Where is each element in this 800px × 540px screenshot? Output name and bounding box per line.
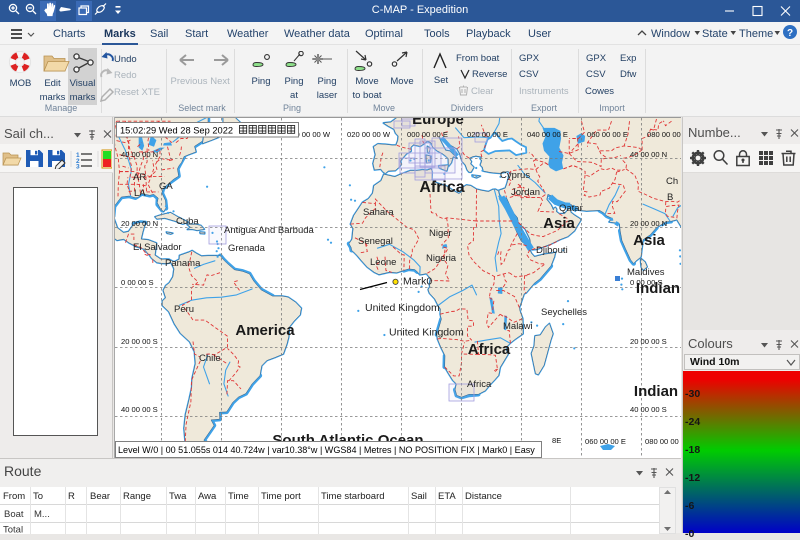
svg-text:060 00 00 E: 060 00 00 E [585,437,626,446]
svg-text:3: 3 [76,164,80,170]
svg-text:20 00 00 N: 20 00 00 N [121,219,158,228]
svg-text:8E: 8E [552,436,561,445]
svg-text:40 00 00 S: 40 00 00 S [121,405,158,414]
svg-text:Chile: Chile [199,353,221,364]
svg-text:Cuba: Cuba [176,216,199,227]
svg-text:40 00 00 N: 40 00 00 N [121,150,158,159]
svg-text:El Salvador: El Salvador [133,242,182,253]
svg-text:AR: AR [133,172,146,183]
svg-text:GA: GA [159,181,173,192]
svg-text:Asia: Asia [633,232,665,249]
svg-text:Indian: Indian [636,280,680,297]
svg-text:Range: Range [123,491,151,502]
svg-text:Malawi: Malawi [503,321,533,332]
svg-text:Europe: Europe [412,118,464,128]
svg-text:Cyprus: Cyprus [500,170,530,181]
svg-text:Jordan: Jordan [511,187,540,198]
svg-text:Boat: Boat [4,509,24,520]
svg-text:Ch: Ch [666,176,678,187]
svg-text:Time starboard: Time starboard [321,491,385,502]
svg-text:20 00 00 N: 20 00 00 N [630,219,667,228]
svg-text:America: America [235,322,295,339]
svg-text:Sail: Sail [411,491,427,502]
svg-text:15:02:29 Wed 28 Sep 2022: 15:02:29 Wed 28 Sep 2022 [120,126,233,136]
svg-text:Twa: Twa [169,491,187,502]
svg-text:Level W/0 | 00 51.055s 014 40.: Level W/0 | 00 51.055s 014 40.724w | var… [118,445,535,455]
svg-text:United Kingdom: United Kingdom [389,327,464,339]
svg-text:Panama: Panama [165,258,201,269]
svg-text:Time port: Time port [261,491,301,502]
svg-text:020 00 00 W: 020 00 00 W [347,130,391,139]
svg-text:LA: LA [134,188,146,199]
svg-text:Bear: Bear [90,491,110,502]
svg-text:060 00 00 E: 060 00 00 E [587,130,628,139]
svg-text:Africa: Africa [419,179,464,196]
svg-text:0 00 00 S: 0 00 00 S [121,278,154,287]
svg-text:United Kingdom: United Kingdom [365,302,440,314]
svg-text:Asia: Asia [543,215,575,232]
svg-text:Grenada: Grenada [228,243,266,254]
svg-text:ETA: ETA [438,491,456,502]
svg-text:Nigeria: Nigeria [426,253,457,264]
svg-text:40 00 00 N: 40 00 00 N [630,150,667,159]
svg-text:From: From [3,491,25,502]
svg-text:Mark0: Mark0 [403,276,432,288]
svg-text:Seychelles: Seychelles [541,307,587,318]
svg-text:Niger: Niger [429,228,452,239]
svg-text:Indian: Indian [634,383,678,400]
svg-text:Peru: Peru [174,304,194,315]
svg-text:Senegal: Senegal [358,236,393,247]
svg-text:Djibouti: Djibouti [536,245,568,256]
svg-text:20 00 00 S: 20 00 00 S [121,337,158,346]
svg-text:Maldives: Maldives [627,267,665,278]
svg-text:080 00 00: 080 00 00 [645,437,679,446]
svg-text:000 00 00 E: 000 00 00 E [407,130,448,139]
svg-text:Distance: Distance [465,491,502,502]
svg-text:040 00 00 E: 040 00 00 E [527,130,568,139]
svg-text:Africa: Africa [468,341,511,358]
svg-text:?: ? [787,28,793,39]
svg-text:Africa: Africa [467,379,492,390]
svg-text:20 00 00 S: 20 00 00 S [630,337,667,346]
svg-text:Qatar: Qatar [559,203,583,214]
svg-text:020 00 00 E: 020 00 00 E [467,130,508,139]
svg-text:R: R [68,491,75,502]
svg-text:M...: M... [34,509,50,520]
svg-text:B: B [667,192,673,203]
svg-text:40 00 00 S: 40 00 00 S [630,405,667,414]
svg-text:080 00 00: 080 00 00 [647,130,681,139]
svg-text:Sahara: Sahara [363,207,394,218]
svg-text:Antigua And Barbuda: Antigua And Barbuda [224,225,315,236]
svg-text:To: To [33,491,43,502]
svg-text:Time: Time [228,491,249,502]
svg-text:Leone: Leone [370,257,396,268]
svg-text:Awa: Awa [198,491,217,502]
